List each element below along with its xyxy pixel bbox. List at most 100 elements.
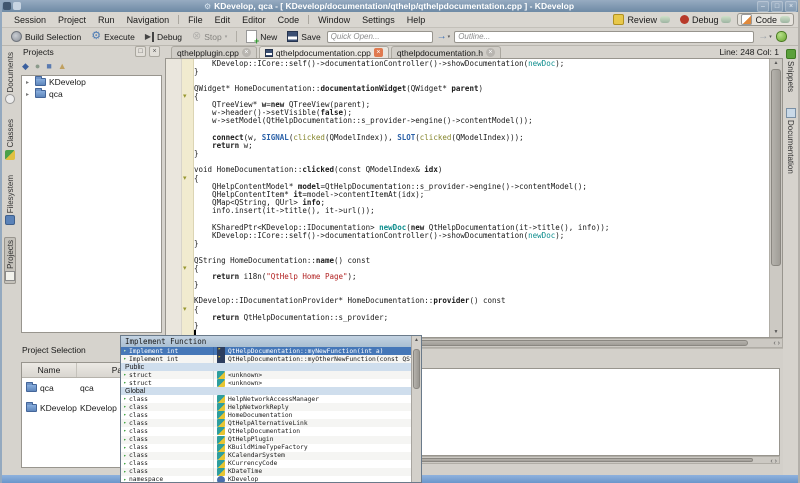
popup-item-kcurrencycode[interactable]: ▸classKCurrencyCode xyxy=(121,460,411,468)
popup-item-qthelpplugin[interactable]: ▸classQtHelpPlugin xyxy=(121,436,411,444)
scrollbar-thumb[interactable] xyxy=(413,349,420,389)
tree-item-qca[interactable]: ▸ qca xyxy=(22,88,161,100)
projects-action-icon-1[interactable]: ◆ xyxy=(22,61,29,72)
area-review-button[interactable]: Review xyxy=(609,13,674,26)
popup-item-qthelpalternativelink[interactable]: ▸classQtHelpAlternativeLink xyxy=(121,419,411,427)
popup-item-homedocumentation[interactable]: ▸classHomeDocumentation xyxy=(121,411,411,419)
column-header-name[interactable]: Name xyxy=(22,363,77,377)
expander-icon: ▸ xyxy=(121,380,129,386)
menu-project[interactable]: Project xyxy=(52,14,92,26)
editor-vscrollbar[interactable]: ▲ ▼ xyxy=(769,59,782,337)
tab-close-icon[interactable]: × xyxy=(486,48,495,57)
scroll-up-icon[interactable]: ▲ xyxy=(412,336,421,345)
menu-editor[interactable]: Editor xyxy=(236,14,272,26)
menu-session[interactable]: Session xyxy=(8,14,52,26)
build-selection-button[interactable]: Build Selection xyxy=(7,30,85,43)
toolview-tab-documents[interactable]: Documents xyxy=(4,49,16,107)
tab-qthelpdocumentation-h[interactable]: qthelpdocumentation.h× xyxy=(391,46,501,58)
area-debug-button[interactable]: Debug xyxy=(676,14,736,26)
scroll-left-right-icons[interactable]: ‹ › xyxy=(773,339,780,348)
tab-close-icon[interactable]: × xyxy=(374,48,383,57)
expander-icon[interactable]: ▸ xyxy=(26,79,32,86)
area-label: Code xyxy=(755,15,777,25)
toolview-tab-documentation[interactable]: Documentation xyxy=(785,105,797,177)
debug-button[interactable]: ▶ Debug xyxy=(141,31,186,43)
titlebar[interactable]: ⚙ KDevelop, qca - [ KDevelop/documentati… xyxy=(0,0,800,12)
tab-qthelpplugin-cpp[interactable]: qthelpplugin.cpp× xyxy=(171,46,257,58)
popup-item-qthelpdocumentation-myothernewfunction-const-qstring-b-[interactable]: ▸Implement intQtHelpDocumentation::myOth… xyxy=(121,355,411,363)
menu-window[interactable]: Window xyxy=(312,14,356,26)
toolview-tab-classes[interactable]: Classes xyxy=(4,116,16,162)
menu-settings[interactable]: Settings xyxy=(356,14,401,26)
execute-button[interactable]: ⚙ Execute xyxy=(87,30,139,43)
outline-input[interactable] xyxy=(454,31,754,43)
outline-go-button[interactable]: → ▾ xyxy=(756,31,774,42)
popup-item-qthelpdocumentation[interactable]: ▸classQtHelpDocumentation xyxy=(121,427,411,435)
area-label: Review xyxy=(627,15,657,25)
toolview-tab-projects[interactable]: Projects xyxy=(4,237,16,284)
save-button[interactable]: Save xyxy=(283,30,324,43)
popup-item-helpnetworkaccessmanager[interactable]: ▸classHelpNetworkAccessManager xyxy=(121,395,411,403)
fold-marker-icon[interactable]: ▾ xyxy=(183,306,187,314)
menu-help[interactable]: Help xyxy=(401,14,432,26)
maximize-button[interactable]: □ xyxy=(771,1,783,12)
code-line: } xyxy=(194,68,768,76)
popup-item-kdevelop[interactable]: ▸namespaceKDevelop xyxy=(121,476,411,483)
scroll-down-icon[interactable]: ▼ xyxy=(770,328,782,337)
code-view[interactable]: KDevelop::ICore::self()->documentationCo… xyxy=(194,60,768,337)
scroll-left-right-icons[interactable]: ‹ › xyxy=(770,457,777,466)
assistant-bulb-icon[interactable] xyxy=(776,31,787,42)
quick-open-input[interactable] xyxy=(327,31,433,43)
tab-qthelpdocumentation-cpp[interactable]: qthelpdocumentation.cpp× xyxy=(259,46,389,58)
projects-action-icon-4[interactable]: ▲ xyxy=(58,61,67,72)
popup-scrollbar[interactable]: ▲ xyxy=(411,336,421,482)
tree-item-label: qca xyxy=(49,89,63,99)
popup-item-qthelpdocumentation-mynewfunction-int-a-[interactable]: ▸Implement intQtHelpDocumentation::myNew… xyxy=(121,347,411,355)
projects-toolbar: ◆ ● ■ ▲ xyxy=(22,59,67,74)
editor-fold-border[interactable]: ▾ ▾ ▾ ▾ xyxy=(182,59,194,337)
menu-navigation[interactable]: Navigation xyxy=(121,14,176,26)
code-line: QString HomeDocumentation::name() const xyxy=(194,257,768,265)
popup-item--unknown-[interactable]: ▸struct<unknown> xyxy=(121,371,411,379)
fold-marker-icon[interactable]: ▾ xyxy=(183,175,187,183)
expander-icon[interactable]: ▸ xyxy=(26,91,32,98)
code-editor[interactable]: ▾▾▾▾ KDevelop::ICore::self()->documentat… xyxy=(165,58,783,338)
area-code-button[interactable]: Code xyxy=(737,13,794,26)
close-button[interactable]: × xyxy=(785,1,797,12)
window-pin-icon[interactable] xyxy=(13,2,21,10)
main-toolbar: Build Selection ⚙ Execute ▶ Debug ⊗ Stop… xyxy=(2,28,798,46)
popup-item-name: KDateTime xyxy=(228,468,411,475)
fold-marker-icon[interactable]: ▾ xyxy=(183,93,187,101)
minimize-button[interactable]: – xyxy=(757,1,769,12)
fold-marker-icon[interactable]: ▾ xyxy=(183,265,187,273)
popup-item-kind: class xyxy=(129,412,213,419)
area-secondary-icon xyxy=(721,16,731,23)
float-panel-icon[interactable]: □ xyxy=(135,46,146,57)
code-line: w->setModel(QtHelpDocumentation::s_provi… xyxy=(194,117,768,125)
menu-file[interactable]: File xyxy=(182,14,209,26)
menu-edit[interactable]: Edit xyxy=(209,14,237,26)
tree-item-kdevelop[interactable]: ▸KDevelop xyxy=(22,76,161,88)
projects-action-icon-2[interactable]: ● xyxy=(35,61,40,72)
popup-item-kdatetime[interactable]: ▸classKDateTime xyxy=(121,468,411,476)
menu-run[interactable]: Run xyxy=(92,14,121,26)
code-line: void HomeDocumentation::clicked(const QM… xyxy=(194,166,768,174)
close-panel-icon[interactable]: × xyxy=(149,46,160,57)
popup-item--unknown-[interactable]: ▸struct<unknown> xyxy=(121,379,411,387)
popup-item-kbuildmimetypefactory[interactable]: ▸classKBuildMimeTypeFactory xyxy=(121,444,411,452)
projects-action-icon-3[interactable]: ■ xyxy=(46,61,51,72)
quick-open-go-button[interactable]: → ▾ xyxy=(435,31,453,42)
popup-item-helpnetworkreply[interactable]: ▸classHelpNetworkReply xyxy=(121,403,411,411)
scroll-up-icon[interactable]: ▲ xyxy=(770,59,782,68)
popup-item-kcalendarsystem[interactable]: ▸classKCalendarSystem xyxy=(121,452,411,460)
new-button[interactable]: New xyxy=(242,29,281,44)
tab-close-icon[interactable]: × xyxy=(242,48,251,57)
debug-icon: ▶ xyxy=(145,32,154,42)
scrollbar-thumb[interactable] xyxy=(771,69,781,266)
toolview-tab-snippets[interactable]: Snippets xyxy=(785,46,797,95)
right-toolview-bar: Snippets Documentation xyxy=(783,45,798,475)
stop-button[interactable]: ⊗ Stop ▾ xyxy=(188,30,231,43)
toolview-tab-filesystem[interactable]: Filesystem xyxy=(4,172,16,228)
window-menu-icon[interactable] xyxy=(3,2,11,10)
menu-code[interactable]: Code xyxy=(272,14,306,26)
